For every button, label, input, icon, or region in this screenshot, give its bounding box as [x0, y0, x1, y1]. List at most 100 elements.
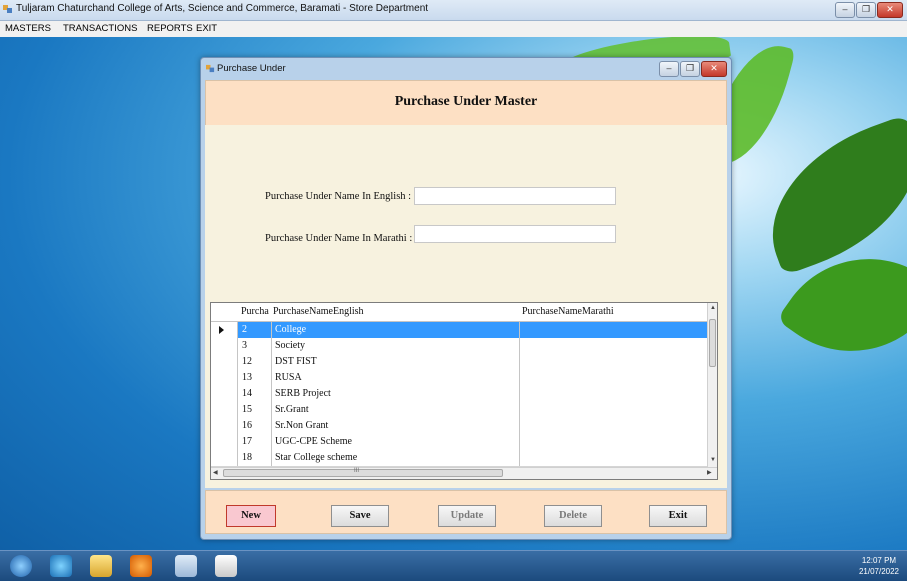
- cell-divider: [271, 370, 272, 386]
- cell-divider: [271, 386, 272, 402]
- maximize-button[interactable]: ❐: [856, 2, 876, 18]
- page-title: Purchase Under Master: [394, 94, 538, 109]
- cell-divider: [519, 450, 520, 466]
- browser-icon[interactable]: [50, 555, 72, 577]
- app-icon: [3, 5, 12, 13]
- cell-divider: [271, 354, 272, 370]
- vertical-scroll-thumb[interactable]: [709, 319, 716, 367]
- cell-english[interactable]: UGC-CPE Scheme: [275, 436, 352, 447]
- row-header[interactable]: [211, 418, 238, 434]
- table-row[interactable]: 13 RUSA: [211, 370, 708, 387]
- cell-divider: [519, 370, 520, 386]
- cell-id[interactable]: 14: [242, 388, 252, 399]
- cell-english[interactable]: College: [275, 324, 306, 335]
- scroll-left-icon[interactable]: ◀: [213, 469, 218, 476]
- scroll-right-icon[interactable]: ▶: [707, 469, 712, 476]
- row-header[interactable]: [211, 354, 238, 370]
- app-title: Tuljaram Chaturchand College of Arts, Sc…: [16, 3, 429, 14]
- cell-id[interactable]: 17: [242, 436, 252, 447]
- minimize-button[interactable]: –: [835, 2, 855, 18]
- folder-icon[interactable]: [90, 555, 112, 577]
- scroll-grip: III: [354, 468, 360, 474]
- cell-id[interactable]: 12: [242, 356, 252, 367]
- english-name-input[interactable]: [414, 187, 616, 205]
- purchase-under-window: Purchase Under – ❐ ✕ Purchase Under Mast…: [200, 57, 732, 540]
- vertical-scrollbar[interactable]: ▲ ▼: [707, 303, 717, 467]
- save-button[interactable]: Save: [331, 505, 389, 527]
- english-name-label: Purchase Under Name In English :: [265, 191, 412, 202]
- new-button[interactable]: New: [226, 505, 276, 527]
- cell-divider: [519, 354, 520, 370]
- app-title-bar: Tuljaram Chaturchand College of Arts, Sc…: [0, 0, 907, 21]
- cell-id[interactable]: 13: [242, 372, 252, 383]
- grid-header: Purcha PurchaseNameEnglish PurchaseNameM…: [211, 303, 708, 322]
- purchase-under-grid[interactable]: Purcha PurchaseNameEnglish PurchaseNameM…: [210, 302, 718, 480]
- app-task-icon[interactable]: [175, 555, 197, 577]
- menu-masters[interactable]: MASTERS: [5, 23, 51, 34]
- system-tray[interactable]: 12:07 PM 21/07/2022: [859, 555, 899, 577]
- row-header[interactable]: [211, 434, 238, 450]
- cell-english[interactable]: Sr.Non Grant: [275, 420, 328, 431]
- cell-divider: [271, 402, 272, 418]
- column-header-english[interactable]: PurchaseNameEnglish: [273, 306, 364, 317]
- cell-id[interactable]: 15: [242, 404, 252, 415]
- minimize-button[interactable]: –: [659, 61, 679, 77]
- menu-reports[interactable]: REPORTS: [147, 23, 193, 34]
- row-header[interactable]: [211, 402, 238, 418]
- cell-divider: [519, 322, 520, 338]
- cell-divider: [271, 338, 272, 354]
- row-header[interactable]: [211, 338, 238, 354]
- table-row[interactable]: 3 Society: [211, 338, 708, 355]
- row-header[interactable]: [211, 386, 238, 402]
- cell-english[interactable]: RUSA: [275, 372, 302, 383]
- close-button[interactable]: ✕: [701, 61, 727, 77]
- cell-divider: [519, 418, 520, 434]
- media-player-icon[interactable]: [130, 555, 152, 577]
- table-row[interactable]: 2 College: [211, 322, 708, 339]
- cell-english[interactable]: Star College scheme: [275, 452, 357, 463]
- table-row[interactable]: 14 SERB Project: [211, 386, 708, 403]
- cell-english[interactable]: Society: [275, 340, 305, 351]
- cell-divider: [519, 386, 520, 402]
- marathi-name-input[interactable]: [414, 225, 616, 243]
- clock-date: 21/07/2022: [858, 567, 899, 576]
- table-row[interactable]: 17 UGC-CPE Scheme: [211, 434, 708, 451]
- table-row[interactable]: 18 Star College scheme: [211, 450, 708, 467]
- cell-divider: [519, 338, 520, 354]
- document-task-icon[interactable]: [215, 555, 237, 577]
- horizontal-scroll-thumb[interactable]: III: [223, 468, 503, 477]
- menu-transactions[interactable]: TRANSACTIONS: [63, 23, 137, 34]
- column-header-marathi[interactable]: PurchaseNameMarathi: [522, 306, 614, 317]
- menu-bar: MASTERS TRANSACTIONS REPORTS EXIT: [0, 21, 907, 37]
- horizontal-scrollbar[interactable]: ◀ III ▶: [211, 467, 717, 479]
- form-panel: Purchase Under Name In English : Purchas…: [205, 125, 727, 488]
- exit-button[interactable]: Exit: [649, 505, 707, 527]
- cell-id[interactable]: 18: [242, 452, 252, 463]
- scroll-up-icon[interactable]: ▲: [710, 305, 716, 311]
- start-button-icon[interactable]: [10, 555, 32, 577]
- table-row[interactable]: 12 DST FIST: [211, 354, 708, 371]
- cell-id[interactable]: 3: [242, 340, 247, 351]
- row-header[interactable]: [211, 370, 238, 386]
- window-controls: – ❐ ✕: [659, 61, 727, 77]
- scroll-down-icon[interactable]: ▼: [710, 457, 716, 463]
- current-row-icon: [219, 326, 224, 334]
- cell-english[interactable]: Sr.Grant: [275, 404, 309, 415]
- cell-english[interactable]: DST FIST: [275, 356, 317, 367]
- update-button[interactable]: Update: [438, 505, 496, 527]
- taskbar: 12:07 PM 21/07/2022: [0, 550, 907, 581]
- column-header-id[interactable]: Purcha: [241, 306, 271, 317]
- cell-id[interactable]: 2: [242, 324, 247, 335]
- cell-english[interactable]: SERB Project: [275, 388, 331, 399]
- menu-exit[interactable]: EXIT: [196, 23, 217, 34]
- delete-button[interactable]: Delete: [544, 505, 602, 527]
- cell-id[interactable]: 16: [242, 420, 252, 431]
- row-header[interactable]: [211, 450, 238, 466]
- table-row[interactable]: 15 Sr.Grant: [211, 402, 708, 419]
- close-button[interactable]: ✕: [877, 2, 903, 18]
- maximize-button[interactable]: ❐: [680, 61, 700, 77]
- cell-divider: [271, 434, 272, 450]
- row-header[interactable]: [211, 322, 238, 338]
- window-icon: [206, 64, 215, 73]
- table-row[interactable]: 16 Sr.Non Grant: [211, 418, 708, 435]
